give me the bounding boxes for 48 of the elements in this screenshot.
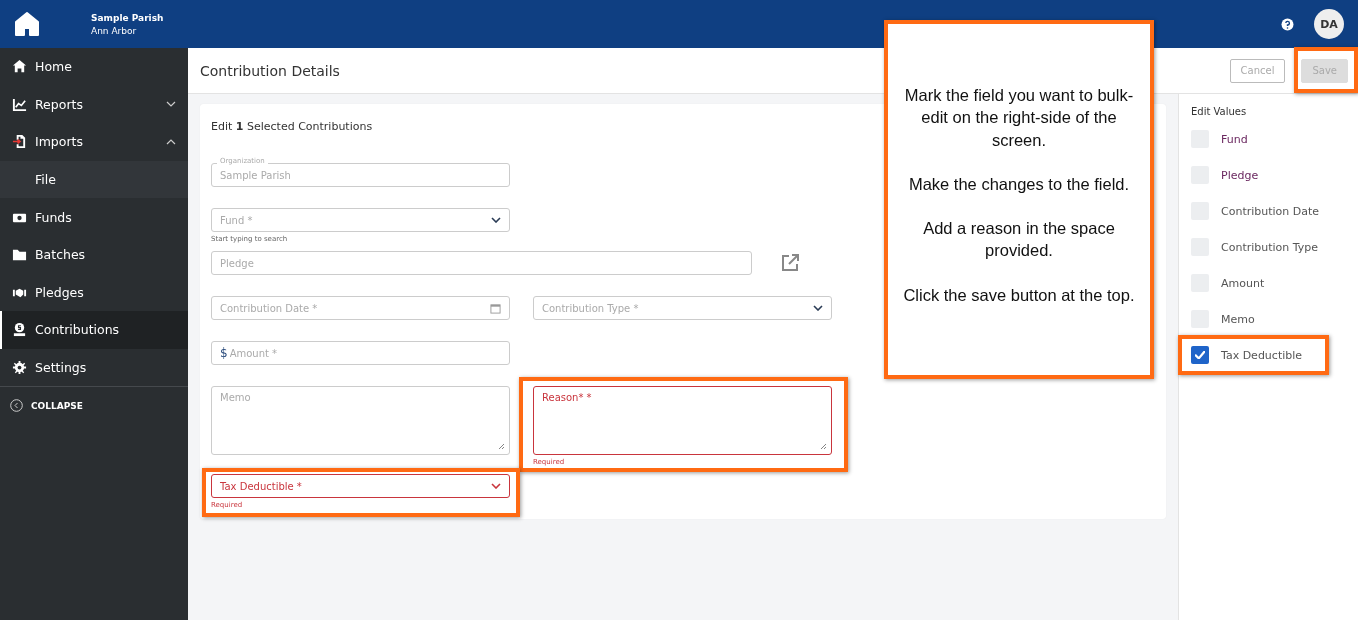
checkbox[interactable] (1191, 346, 1209, 364)
checkmark-icon (1195, 351, 1205, 359)
chevron-down-icon (813, 305, 823, 311)
user-avatar[interactable]: DA (1314, 9, 1344, 39)
sidebar-item[interactable]: Batches (0, 235, 188, 274)
sidebar-subitem[interactable]: File (0, 160, 188, 199)
import-icon (12, 134, 27, 150)
gear-icon (12, 360, 27, 376)
sidebar-item[interactable]: Reports (0, 85, 188, 124)
sidebar-item[interactable]: Settings (0, 348, 188, 387)
calendar-icon[interactable] (490, 302, 501, 314)
home-icon (12, 59, 27, 75)
chevron-icon (166, 137, 176, 147)
folder-icon (12, 247, 27, 263)
organization-name: Sample Parish (91, 12, 164, 23)
sidebar-item[interactable]: Home (0, 48, 188, 86)
chart-icon (12, 96, 27, 112)
chevron-down-icon (491, 483, 501, 489)
dropdown-field[interactable]: Tax Deductible * (211, 474, 510, 498)
resize-handle-icon[interactable] (498, 443, 505, 450)
checkbox-label: Memo (1221, 312, 1255, 326)
instruction-text: Make the changes to the field. (908, 173, 1130, 195)
sidebar-item[interactable]: Funds (0, 198, 188, 236)
checkbox-label: Contribution Date (1221, 204, 1320, 218)
amount-field[interactable]: $ Amount * (211, 341, 510, 365)
sidebar-item[interactable]: Imports (0, 123, 188, 161)
text-area[interactable]: Reason* * (533, 386, 832, 455)
checkbox-label: Tax Deductible (1221, 348, 1303, 362)
panel-title: Edit Values (1191, 106, 1248, 117)
sidebar-item[interactable]: Contributions (0, 311, 188, 349)
checkbox-label: Pledge (1221, 168, 1259, 182)
checkbox-label: Fund (1221, 132, 1248, 146)
donor-icon (12, 322, 27, 338)
home-logo-icon[interactable] (14, 11, 40, 37)
checkbox-label: Contribution Type (1221, 240, 1319, 254)
form-heading: Edit 1 Selected Contributions (211, 120, 374, 133)
instruction-text: Click the save button at the top. (903, 284, 1135, 306)
organization-location: Ann Arbor (91, 25, 138, 36)
instruction-text: Mark the field you want to bulk-edit on the right-side of the screen. (903, 85, 1135, 151)
external-link-icon[interactable] (781, 253, 800, 272)
help-icon[interactable] (1281, 17, 1294, 31)
chevron-left-circle-icon (10, 399, 23, 413)
resize-handle-icon[interactable] (820, 443, 827, 450)
sidebar-item[interactable]: Pledges (0, 273, 188, 312)
checkbox-label: Amount (1221, 276, 1265, 290)
page-title: Contribution Details (200, 62, 341, 79)
chevron-down-icon (491, 217, 501, 223)
instruction-text: Add a reason in the space provided. (922, 218, 1116, 262)
